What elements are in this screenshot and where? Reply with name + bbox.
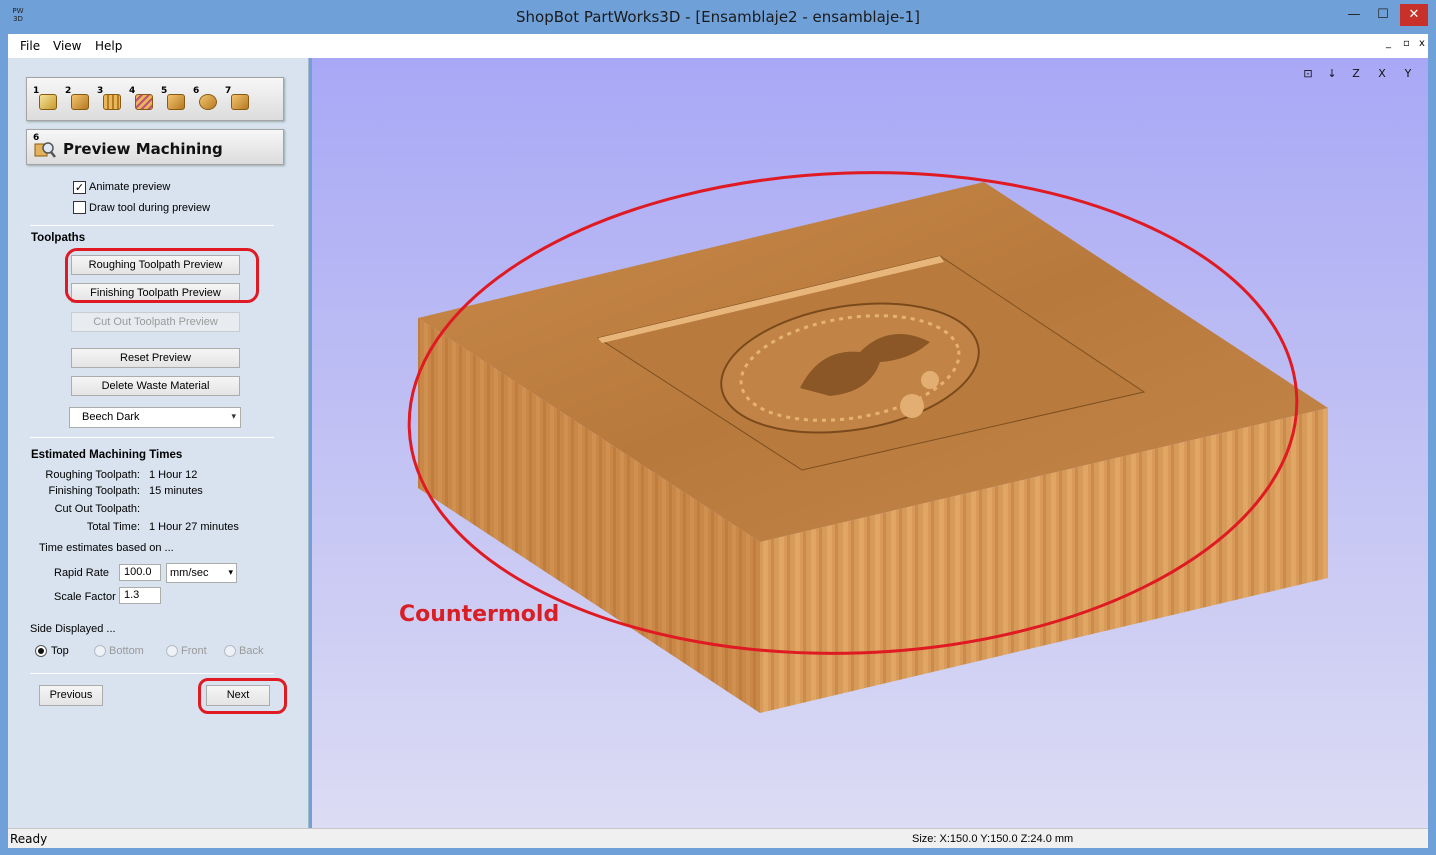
chevron-down-icon: ▾ (228, 568, 233, 578)
step-5-icon[interactable]: 5 (161, 86, 187, 114)
roughing-time-label: Roughing Toolpath: (45, 469, 140, 481)
close-button[interactable]: ✕ (1400, 4, 1428, 26)
scale-factor-label: Scale Factor (54, 591, 116, 603)
divider (30, 225, 274, 226)
divider (30, 673, 274, 674)
section-header: 6 Preview Machining (26, 129, 284, 165)
step-3-icon[interactable]: 3 (97, 86, 123, 114)
roughing-icon (103, 94, 121, 110)
rapid-rate-unit-select[interactable]: mm/sec ▾ (166, 563, 237, 583)
preview-magnifier-icon (199, 94, 217, 110)
material-select-value: Beech Dark (82, 411, 140, 423)
carving-detail (900, 394, 924, 418)
times-heading: Estimated Machining Times (31, 449, 183, 461)
step-number: 6 (33, 133, 40, 143)
status-bar: Ready Size: X:150.0 Y:150.0 Z:24.0 mm (8, 828, 1428, 848)
rapid-rate-unit-value: mm/sec (170, 567, 209, 579)
step-2-icon[interactable]: 2 (65, 86, 91, 114)
roughing-time-value: 1 Hour 12 (149, 469, 198, 481)
side-top-label: Top (51, 645, 69, 657)
cutout-preview-button: Cut Out Toolpath Preview (71, 312, 240, 332)
menu-view[interactable]: View (53, 39, 81, 53)
model-icon (39, 94, 57, 110)
time-basis-label: Time estimates based on ... (39, 542, 174, 554)
draw-tool-label: Draw tool during preview (89, 202, 211, 214)
mdi-close-button[interactable]: x (1419, 38, 1425, 49)
total-time-label: Total Time: (86, 521, 140, 533)
step-number: 6 (193, 86, 200, 96)
side-back-radio (224, 645, 236, 657)
animate-preview-label: Animate preview (89, 181, 171, 193)
step-1-icon[interactable]: 1 (33, 86, 59, 114)
step-number: 2 (65, 86, 72, 96)
step-6-icon[interactable]: 6 (193, 86, 219, 114)
wood-block-model (407, 171, 1328, 713)
3d-viewport[interactable]: ⊡ ↓ Z X Y Countermold (312, 58, 1428, 828)
save-toolpath-icon (231, 94, 249, 110)
chevron-down-icon: ▾ (231, 412, 236, 422)
draw-tool-checkbox[interactable] (73, 201, 86, 214)
delete-waste-button[interactable]: Delete Waste Material (71, 376, 240, 396)
step-number: 5 (161, 86, 168, 96)
rapid-rate-input[interactable]: 100.0 (119, 564, 161, 581)
step-number: 1 (33, 86, 40, 96)
highlight-ring (198, 678, 287, 714)
step-number: 7 (225, 86, 232, 96)
position-icon (71, 94, 89, 110)
model-size-readout: Size: X:150.0 Y:150.0 Z:24.0 mm (912, 833, 1074, 845)
side-displayed-heading: Side Displayed ... (30, 623, 116, 635)
divider (30, 437, 274, 438)
scale-factor-input[interactable]: 1.3 (119, 587, 161, 604)
side-front-label: Front (181, 645, 207, 657)
menu-bar: File View Help _ ▫ x (8, 34, 1428, 58)
step-number: 4 (129, 86, 136, 96)
mdi-minimize-button[interactable]: _ (1386, 38, 1391, 49)
section-title: Preview Machining (63, 140, 223, 158)
machining-panel: 1 2 3 4 5 6 7 6 Preview Machining ✓ Anim… (8, 58, 309, 828)
previous-button[interactable]: Previous (39, 685, 103, 706)
toolpaths-heading: Toolpaths (31, 232, 86, 244)
step-4-icon[interactable]: 4 (129, 86, 155, 114)
side-front-radio (166, 645, 178, 657)
side-bottom-radio (94, 645, 106, 657)
rapid-rate-label: Rapid Rate (54, 567, 110, 579)
status-text: Ready (10, 832, 48, 846)
reset-preview-button[interactable]: Reset Preview (71, 348, 240, 368)
minimize-button[interactable]: — (1340, 4, 1368, 26)
maximize-button[interactable]: ☐ (1369, 4, 1397, 26)
window-title: ShopBot PartWorks3D - [Ensamblaje2 - ens… (516, 8, 920, 26)
side-back-label: Back (239, 645, 264, 657)
preview-magnifier-icon: 6 (33, 133, 57, 160)
finishing-time-value: 15 minutes (149, 485, 203, 497)
side-top-radio[interactable] (35, 645, 47, 657)
menu-help[interactable]: Help (95, 39, 122, 53)
material-select[interactable]: Beech Dark ▾ (69, 407, 241, 428)
highlight-ring (65, 248, 259, 303)
cutout-icon (167, 94, 185, 110)
mdi-restore-button[interactable]: ▫ (1403, 38, 1410, 49)
carving-detail (921, 371, 939, 389)
finishing-time-label: Finishing Toolpath: (48, 485, 140, 497)
total-time-value: 1 Hour 27 minutes (149, 521, 239, 533)
side-bottom-label: Bottom (109, 645, 144, 657)
title-bar: PW 3D ShopBot PartWorks3D - [Ensamblaje2… (0, 0, 1436, 34)
radio-dot (38, 648, 44, 654)
animate-preview-checkbox[interactable]: ✓ (73, 181, 86, 194)
step-7-icon[interactable]: 7 (225, 86, 251, 114)
finishing-icon (135, 94, 153, 110)
menu-file[interactable]: File (20, 39, 40, 53)
cutout-time-label: Cut Out Toolpath: (54, 503, 140, 515)
countermold-annotation: Countermold (399, 602, 560, 627)
step-number: 3 (97, 86, 104, 96)
step-toolbar: 1 2 3 4 5 6 7 (26, 77, 284, 121)
